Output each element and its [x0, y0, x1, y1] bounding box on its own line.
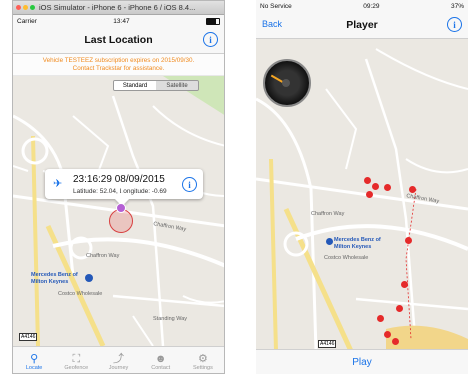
poi-mercedes[interactable]: Mercedes Benz of Milton Keynes — [334, 237, 381, 250]
vehicle-location-marker[interactable] — [116, 203, 126, 213]
poi-line-1: Mercedes Benz of — [334, 237, 381, 243]
car-dealer-icon — [326, 238, 333, 245]
banner-line-1: Vehicle TESTEEZ subscription expires on … — [42, 57, 195, 64]
geofence-icon: ⛶ — [72, 353, 81, 365]
location-pin-icon: ⚲ — [30, 353, 39, 365]
navigation-bar: Back Player i — [256, 12, 468, 39]
route-pin[interactable] — [364, 177, 371, 184]
route-pin[interactable] — [396, 305, 403, 312]
poi-line-2: Milton Keynes — [334, 243, 372, 250]
callout-coordinates: Latitude: 52.04, Longitude: -0.69 — [73, 188, 167, 195]
road-label-1: Chaffron Way — [311, 211, 345, 217]
tab-locate[interactable]: ⚲ Locate — [13, 347, 55, 373]
tab-label: Contact — [151, 365, 171, 371]
street-label: Standing Way — [153, 316, 188, 322]
page-title: Last Location — [84, 34, 153, 46]
map-type-standard[interactable]: Standard — [114, 81, 156, 90]
status-bar: No Service 09:29 37% — [256, 0, 468, 12]
carrier-text: Carrier — [17, 17, 37, 25]
tab-label: Journey — [108, 365, 129, 371]
vehicle-icon: ✈ — [53, 178, 63, 190]
journey-icon: ⤴ — [113, 353, 124, 365]
page-title: Player — [346, 19, 378, 31]
minimize-window-button[interactable] — [23, 5, 28, 10]
status-bar: Carrier 13:47 — [13, 15, 224, 27]
carrier-text: No Service — [260, 2, 292, 10]
map-view[interactable]: Standard Satellite ✈ 23:16:29 08/09/2015… — [13, 76, 224, 346]
info-icon: i — [188, 179, 191, 190]
car-dealer-icon — [85, 274, 93, 282]
tab-label: Locate — [25, 365, 43, 371]
callout-info-button[interactable]: i — [182, 177, 197, 192]
tab-geofence[interactable]: ⛶ Geofence — [55, 347, 97, 373]
callout-latitude: Latitude: 52.04 — [73, 188, 117, 195]
player-toolbar: Play — [256, 349, 468, 374]
location-callout[interactable]: ✈ 23:16:29 08/09/2015 Latitude: 52.04, L… — [45, 169, 203, 199]
zoom-window-button[interactable] — [30, 5, 35, 10]
info-icon: i — [209, 34, 212, 45]
clock-text: 09:29 — [363, 2, 380, 10]
map-view[interactable]: Chaffron Way Chaffron Way Mercedes Benz … — [256, 39, 468, 351]
tab-contact[interactable]: ☻ Contact — [140, 347, 182, 373]
callout-longitude: Longitude: -0.69 — [119, 188, 167, 195]
store-label: Costco Wholesale — [324, 255, 369, 261]
route-pin[interactable] — [401, 281, 408, 288]
speedometer-gauge — [263, 59, 311, 107]
route-pin[interactable] — [384, 331, 391, 338]
route-pin[interactable] — [372, 183, 379, 190]
back-button[interactable]: Back — [262, 19, 282, 29]
tab-settings[interactable]: ⚙ Settings — [182, 347, 224, 373]
play-button[interactable]: Play — [352, 357, 371, 368]
subscription-banner: Vehicle TESTEEZ subscription expires on … — [13, 54, 224, 76]
simulator-title-bar: iOS Simulator - iPhone 6 - iPhone 6 / iO… — [13, 1, 224, 15]
route-pin[interactable] — [377, 315, 384, 322]
contact-icon: ☻ — [154, 353, 167, 365]
banner-line-2: Contact Trackstar for assistance. — [72, 65, 165, 72]
info-icon: i — [453, 19, 456, 30]
battery-text: 37% — [450, 2, 464, 10]
navigation-bar: Last Location i — [13, 27, 224, 54]
road-tag: A4146 — [318, 340, 337, 348]
settings-icon: ⚙ — [197, 353, 208, 365]
route-pin[interactable] — [392, 338, 399, 345]
road-label-2: Chaffron Way — [86, 253, 120, 259]
route-pin[interactable] — [405, 237, 412, 244]
route-pin[interactable] — [409, 186, 416, 193]
info-button[interactable]: i — [447, 17, 462, 32]
close-window-button[interactable] — [16, 5, 21, 10]
info-button[interactable]: i — [203, 32, 218, 47]
map-type-selector[interactable]: Standard Satellite — [113, 80, 199, 91]
tab-journey[interactable]: ⤴ Journey — [97, 347, 139, 373]
player-screen: No Service 09:29 37% Back Player i Chaff… — [256, 0, 468, 374]
poi-mercedes[interactable]: Mercedes Benz of Milton Keynes — [31, 272, 78, 285]
simulator-window: iOS Simulator - iPhone 6 - iPhone 6 / iO… — [12, 0, 225, 374]
gauge-center — [282, 79, 290, 87]
tab-bar: ⚲ Locate ⛶ Geofence ⤴ Journey ☻ Contact … — [13, 346, 224, 373]
tab-label: Geofence — [64, 365, 89, 371]
clock-text: 13:47 — [113, 17, 130, 25]
poi-line-2: Milton Keynes — [31, 278, 69, 285]
route-pin[interactable] — [366, 191, 373, 198]
route-pin[interactable] — [384, 184, 391, 191]
road-tag: A4146 — [19, 333, 38, 341]
simulator-title: iOS Simulator - iPhone 6 - iPhone 6 / iO… — [39, 3, 196, 12]
poi-line-1: Mercedes Benz of — [31, 272, 78, 278]
map-type-satellite[interactable]: Satellite — [156, 81, 198, 90]
battery-icon — [206, 17, 220, 25]
callout-timestamp: 23:16:29 08/09/2015 — [73, 174, 165, 185]
tab-label: Settings — [192, 365, 213, 371]
store-label: Costco Wholesale — [58, 291, 103, 297]
